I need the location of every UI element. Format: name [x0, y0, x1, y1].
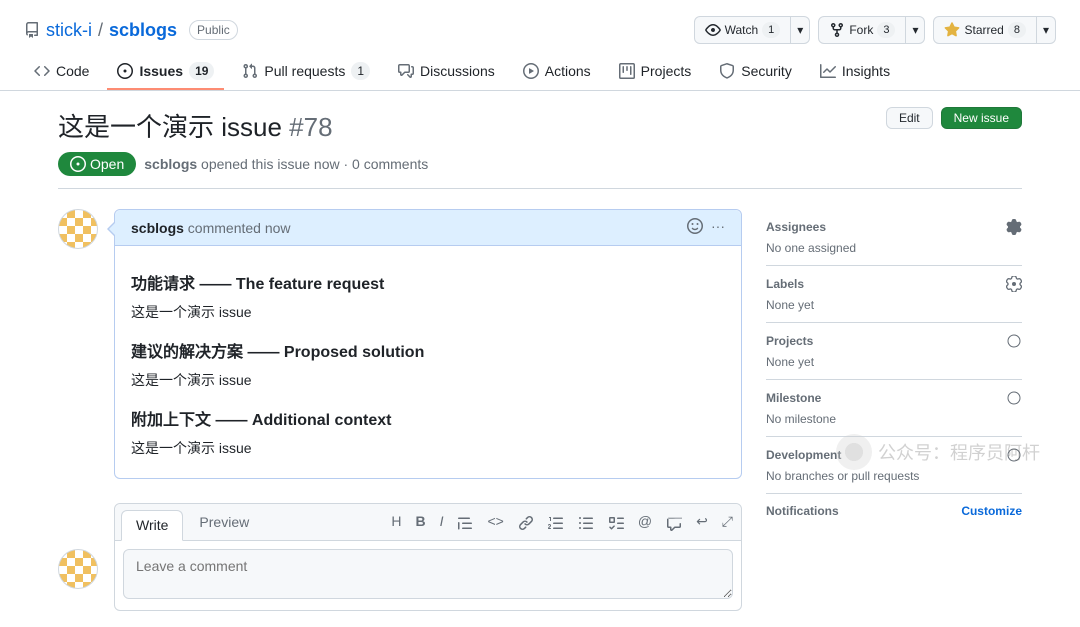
comment: scblogs commented now ··· 功能请求 —— The fe… — [114, 209, 742, 479]
code-button[interactable]: <> — [487, 513, 503, 530]
avatar[interactable] — [58, 209, 98, 249]
section-text: 这是一个演示 issue — [131, 370, 725, 390]
notifications-header[interactable]: NotificationsCustomize — [766, 504, 1022, 518]
section-heading: 功能请求 —— The feature request — [131, 270, 725, 294]
projects-header[interactable]: Projects — [766, 333, 1022, 349]
star-caret[interactable]: ▾ — [1037, 16, 1056, 44]
md-toolbar: H B I <> @ ↩ — [391, 513, 733, 530]
repo-breadcrumb: stick-i / scblogs Public — [24, 20, 238, 41]
section-text: 这是一个演示 issue — [131, 438, 725, 458]
expand-button[interactable]: ⤢ — [722, 513, 733, 530]
new-issue-button[interactable]: New issue — [941, 107, 1022, 129]
avatar[interactable] — [58, 549, 98, 589]
ul-button[interactable] — [578, 513, 594, 530]
labels-header[interactable]: Labels — [766, 276, 1022, 292]
tab-pulls[interactable]: Pull requests1 — [232, 54, 380, 90]
kebab-button[interactable]: ··· — [711, 218, 725, 237]
visibility-badge: Public — [189, 20, 238, 40]
tab-preview[interactable]: Preview — [183, 504, 265, 540]
issue-title: 这是一个演示 issue #78 — [58, 107, 333, 144]
pull-icon — [242, 63, 258, 79]
italic-button[interactable]: I — [440, 513, 444, 530]
fork-icon — [829, 22, 845, 38]
issue-open-icon — [70, 156, 86, 172]
reply-button[interactable]: ↩ — [696, 513, 708, 530]
comment-editor: Write Preview H B I <> — [114, 503, 742, 611]
tab-code[interactable]: Code — [24, 54, 99, 90]
state-badge: Open — [58, 152, 136, 176]
repo-icon — [24, 22, 40, 38]
repo-name-link[interactable]: scblogs — [109, 20, 177, 41]
mention-button[interactable]: @ — [638, 513, 652, 530]
watch-button[interactable]: Watch 1 — [694, 16, 792, 44]
discussion-icon — [398, 63, 414, 79]
issue-icon — [117, 63, 133, 79]
assignees-header[interactable]: Assignees — [766, 219, 1022, 235]
gear-icon — [1006, 219, 1022, 235]
tab-projects[interactable]: Projects — [609, 54, 702, 90]
gear-icon — [1006, 390, 1022, 406]
milestone-header[interactable]: Milestone — [766, 390, 1022, 406]
projects-icon — [619, 63, 635, 79]
tab-actions[interactable]: Actions — [513, 54, 601, 90]
tab-security[interactable]: Security — [709, 54, 802, 90]
section-heading: 建议的解决方案 —— Proposed solution — [131, 338, 725, 362]
bold-button[interactable]: B — [415, 513, 425, 530]
star-button[interactable]: Starred 8 — [933, 16, 1036, 44]
quote-button[interactable] — [457, 513, 473, 530]
watch-caret[interactable]: ▾ — [791, 16, 810, 44]
tasklist-icon — [608, 515, 624, 531]
issue-meta: scblogs opened this issue now · 0 commen… — [144, 156, 428, 172]
fork-button[interactable]: Fork 3 — [818, 16, 906, 44]
comment-textarea[interactable] — [123, 549, 733, 599]
tab-insights[interactable]: Insights — [810, 54, 900, 90]
gear-icon — [1006, 276, 1022, 292]
smiley-icon — [687, 218, 703, 234]
heading-button[interactable]: H — [391, 513, 401, 530]
quote-icon — [457, 515, 473, 531]
gear-icon — [1006, 447, 1022, 463]
eye-icon — [705, 22, 721, 38]
tab-write[interactable]: Write — [121, 510, 183, 541]
repo-tabs: Code Issues19 Pull requests1 Discussions… — [0, 54, 1080, 91]
code-icon — [34, 63, 50, 79]
tab-issues[interactable]: Issues19 — [107, 54, 224, 90]
edit-button[interactable]: Edit — [886, 107, 933, 129]
link-icon — [518, 515, 534, 531]
repo-owner-link[interactable]: stick-i — [46, 20, 92, 41]
link-button[interactable] — [518, 513, 534, 530]
tab-discussions[interactable]: Discussions — [388, 54, 505, 90]
react-button[interactable] — [687, 218, 703, 237]
shield-icon — [719, 63, 735, 79]
ul-icon — [578, 515, 594, 531]
section-text: 这是一个演示 issue — [131, 302, 725, 322]
gear-icon — [1006, 333, 1022, 349]
ol-icon — [548, 515, 564, 531]
reference-button[interactable] — [666, 513, 682, 530]
star-icon — [944, 22, 960, 38]
development-header[interactable]: Development — [766, 447, 1022, 463]
ol-button[interactable] — [548, 513, 564, 530]
cross-ref-icon — [666, 515, 682, 531]
section-heading: 附加上下文 —— Additional context — [131, 406, 725, 430]
tasklist-button[interactable] — [608, 513, 624, 530]
graph-icon — [820, 63, 836, 79]
fork-caret[interactable]: ▾ — [906, 16, 925, 44]
actions-icon — [523, 63, 539, 79]
